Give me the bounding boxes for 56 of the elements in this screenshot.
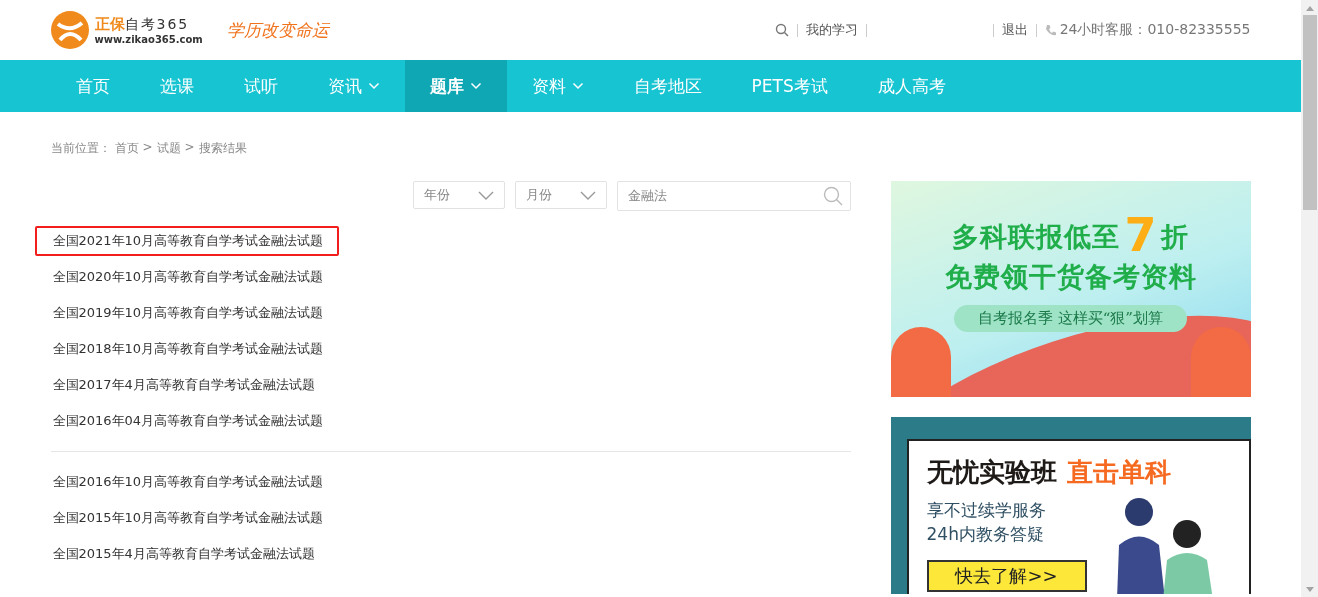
scroll-down-arrow-icon[interactable]	[1305, 587, 1314, 592]
search-field[interactable]: 金融法	[616, 181, 851, 211]
logo-name: 自考365	[124, 16, 190, 34]
breadcrumb-separator: >	[142, 140, 153, 156]
nav-tab[interactable]: 成人高考	[852, 60, 971, 112]
result-link[interactable]: 全国2019年10月高等教育自学考试金融法试题	[34, 298, 340, 328]
year-dropdown[interactable]: 年份	[412, 181, 505, 209]
breadcrumb-link[interactable]: 首页	[114, 140, 139, 157]
month-dropdown[interactable]: 月份	[514, 181, 607, 209]
scrollbar-thumb[interactable]	[1302, 15, 1317, 210]
logo-url: www.zikao365.com	[94, 34, 203, 45]
search-icon	[822, 186, 843, 206]
nav-tab[interactable]: PETS考试	[726, 60, 853, 112]
header-link[interactable]: 退出	[1001, 21, 1028, 39]
promo-banner[interactable]: 多科联报低至 7 折 免费领干货备考资料 自考报名季 这样买“狠”划算	[890, 181, 1251, 397]
learn-more-button[interactable]: 快去了解>>	[926, 560, 1087, 592]
banner-number: 7	[1124, 215, 1157, 255]
banner-headline: 折	[1160, 220, 1189, 254]
banner-text: 享不过续学服务	[926, 499, 1047, 522]
logo-brand: 正保	[94, 15, 125, 34]
hotline-text: 24小时客服：010-82335555	[1059, 21, 1251, 39]
banner-headline: 多科联报低至	[952, 220, 1121, 254]
scrollbar[interactable]	[1301, 0, 1318, 597]
nav-tab[interactable]: 自考地区	[608, 60, 727, 112]
breadcrumb-link[interactable]: 试题	[156, 140, 181, 157]
banner-tagline: 自考报名季 这样买“狠”划算	[953, 305, 1188, 332]
nav-tab[interactable]: 试听	[218, 60, 303, 112]
result-link[interactable]: 全国2021年10月高等教育自学考试金融法试题	[34, 226, 340, 256]
banner-text: 24h内教务答疑	[926, 523, 1045, 546]
breadcrumb-separator: >	[184, 140, 195, 156]
result-link[interactable]: 全国2016年04月高等教育自学考试金融法试题	[34, 406, 340, 436]
class-banner[interactable]: 无忧实验班 直击单科 享不过续学服务 24h内教务答疑 快去了解>>	[890, 417, 1251, 594]
header-link[interactable]: 我的学习	[805, 21, 858, 39]
result-link[interactable]: 全国2015年10月高等教育自学考试金融法试题	[34, 503, 340, 533]
nav-tab[interactable]: 资讯	[302, 60, 405, 112]
logo-icon	[50, 11, 89, 49]
nav-tab[interactable]: 选课	[134, 60, 219, 112]
bush-drawing	[890, 327, 951, 397]
phone-icon	[1044, 24, 1056, 36]
search-icon[interactable]	[774, 23, 789, 37]
result-link[interactable]: 全国2015年4月高等教育自学考试金融法试题	[34, 539, 331, 569]
breadcrumb-link[interactable]: 搜索结果	[198, 140, 247, 157]
breadcrumb-label: 当前位置：	[50, 140, 111, 157]
slogan: 学历改变命运	[226, 18, 329, 42]
chevron-down-icon	[477, 190, 494, 200]
result-link[interactable]: 全国2016年10月高等教育自学考试金融法试题	[34, 467, 340, 497]
nav-tab[interactable]: 资料	[506, 60, 609, 112]
nav-tab[interactable]: 首页	[50, 60, 135, 112]
result-link[interactable]: 全国2020年10月高等教育自学考试金融法试题	[34, 262, 340, 292]
banner-headline: 无忧实验班	[926, 456, 1057, 489]
result-link[interactable]: 全国2017年4月高等教育自学考试金融法试题	[34, 370, 331, 400]
nav-tab[interactable]: 题库	[404, 60, 507, 112]
banner-headline: 免费领干货备考资料	[944, 260, 1197, 294]
chevron-down-icon	[579, 190, 596, 200]
result-link[interactable]: 全国2018年10月高等教育自学考试金融法试题	[34, 334, 340, 364]
banner-highlight: 直击单科	[1066, 456, 1171, 489]
